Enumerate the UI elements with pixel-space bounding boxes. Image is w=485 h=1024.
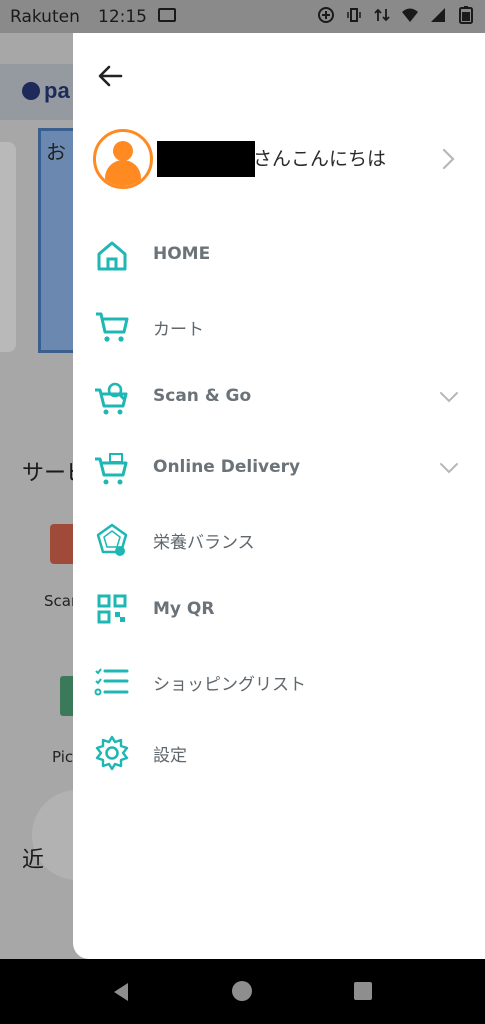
gear-icon bbox=[95, 735, 129, 771]
chevron-down-icon[interactable] bbox=[439, 390, 459, 404]
nutrition-balance-icon bbox=[96, 523, 128, 556]
menu-item-cart[interactable]: カート bbox=[73, 291, 485, 362]
menu-item-label: Scan & Go bbox=[153, 386, 252, 406]
back-arrow-icon[interactable] bbox=[95, 61, 125, 91]
menu-item-nutrition-balance[interactable]: 栄養バランス bbox=[73, 504, 485, 575]
avatar-head-icon bbox=[113, 141, 133, 161]
status-bar: Rakuten 12:15 bbox=[0, 0, 485, 33]
background-card bbox=[0, 142, 16, 352]
menu-item-label: My QR bbox=[153, 599, 215, 619]
qr-code-icon bbox=[97, 594, 127, 624]
nav-home-icon[interactable] bbox=[232, 981, 252, 1001]
online-delivery-icon bbox=[95, 453, 128, 485]
chevron-right-icon bbox=[442, 148, 455, 170]
system-navigation-bar bbox=[0, 959, 485, 1024]
app-logo-icon bbox=[22, 82, 40, 100]
menu-item-label: カート bbox=[153, 320, 204, 340]
home-icon bbox=[97, 241, 127, 271]
menu-item-label: 設定 bbox=[153, 746, 187, 766]
avatar bbox=[93, 129, 153, 189]
clock: 12:15 bbox=[98, 7, 147, 27]
greeting-text: さんこんにちは bbox=[253, 148, 387, 170]
shopping-list-icon bbox=[94, 668, 129, 696]
avatar-body-icon bbox=[105, 160, 141, 186]
background-banner-text: お bbox=[46, 140, 66, 164]
status-icons bbox=[317, 6, 475, 24]
nav-back-icon[interactable] bbox=[110, 981, 132, 1003]
profile-row[interactable]: さんこんにちは bbox=[93, 129, 465, 189]
cast-icon bbox=[158, 8, 176, 22]
nav-recents-icon[interactable] bbox=[354, 982, 372, 1000]
chevron-down-icon[interactable] bbox=[439, 461, 459, 475]
redacted-username bbox=[157, 141, 255, 177]
battery-icon bbox=[459, 6, 473, 24]
menu-item-my-qr[interactable]: My QR bbox=[73, 575, 485, 646]
signal-icon bbox=[374, 8, 390, 22]
wifi-icon bbox=[402, 8, 418, 22]
menu-item-label: HOME bbox=[153, 244, 211, 264]
menu-item-home[interactable]: HOME bbox=[73, 220, 485, 291]
cellular-icon bbox=[431, 8, 445, 22]
vibrate-icon bbox=[347, 8, 361, 22]
carrier-name: Rakuten bbox=[10, 7, 80, 27]
cart-icon bbox=[96, 312, 129, 342]
scan-go-icon bbox=[95, 382, 128, 415]
data-saver-icon bbox=[318, 7, 334, 23]
menu-item-online-delivery[interactable]: Online Delivery bbox=[73, 433, 485, 504]
menu-item-label: 栄養バランス bbox=[153, 533, 255, 553]
menu-item-settings[interactable]: 設定 bbox=[73, 717, 485, 788]
background-near-label: 近 bbox=[22, 848, 45, 873]
navigation-drawer: さんこんにちは HOME カート Scan & Go Online Delive… bbox=[73, 33, 485, 959]
menu-item-label: Online Delivery bbox=[153, 457, 301, 477]
background-service-label: Pic bbox=[52, 748, 74, 766]
drawer-menu: HOME カート Scan & Go Online Delivery 栄養バラン… bbox=[73, 220, 485, 788]
menu-item-label: ショッピングリスト bbox=[153, 675, 306, 695]
menu-item-scan-go[interactable]: Scan & Go bbox=[73, 362, 485, 433]
app-logo-text: pa bbox=[44, 78, 70, 103]
menu-item-shopping-list[interactable]: ショッピングリスト bbox=[73, 646, 485, 717]
